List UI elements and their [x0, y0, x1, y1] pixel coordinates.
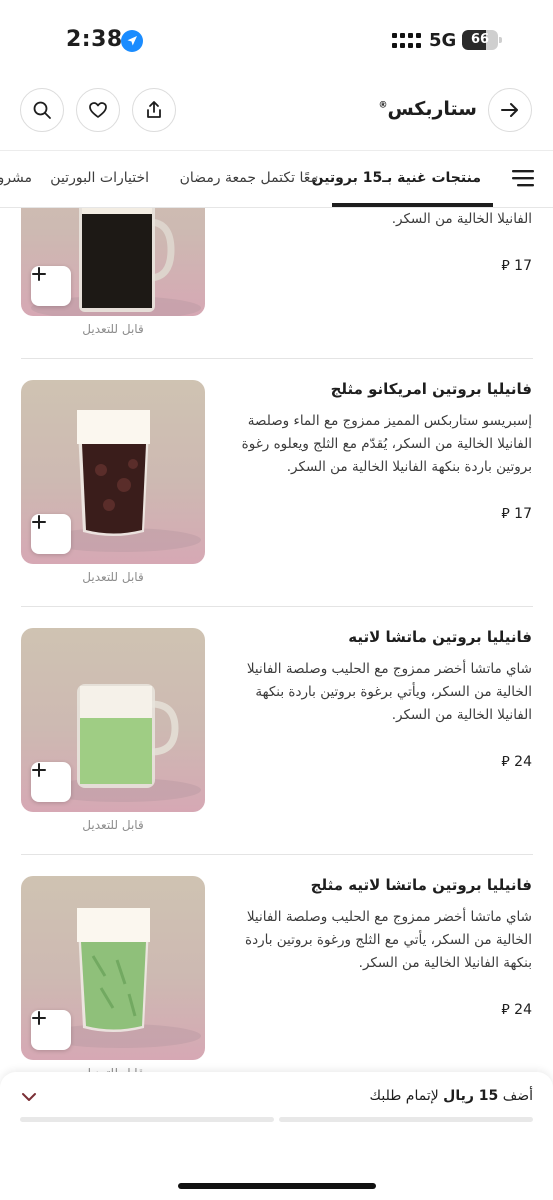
back-button[interactable] [488, 88, 532, 132]
tab-ramadan[interactable]: معًا تكتمل جمعة رمضان [180, 151, 318, 207]
search-button[interactable] [20, 88, 64, 132]
product-description: شاي ماتشا أخضر ممزوج مع الحليب وصلصة الف… [246, 661, 532, 723]
product-image [21, 628, 205, 812]
tab-protein-choices[interactable]: اختيارات البورتين [50, 151, 149, 207]
product-name: فانيليا بروتين ماتشا لاتيه [348, 628, 532, 646]
tab-protein-products[interactable]: منتجات غنية بـ15 بروتين [312, 151, 481, 207]
tab-drinks[interactable]: مشرو [0, 151, 32, 207]
promo-prefix: أضف [502, 1088, 533, 1104]
menu-icon[interactable] [512, 169, 534, 187]
home-indicator [178, 1183, 376, 1189]
product-price: 24 ⃁ [412, 752, 532, 770]
favorite-button[interactable] [76, 88, 120, 132]
product-name: فانيليا بروتين امريكانو مثلج [330, 380, 532, 398]
currency-symbol: ⃁ [501, 258, 510, 274]
minimum-order-banner[interactable]: أضف 15 ريال لإتمام طلبك [0, 1072, 553, 1200]
battery-level: 66 [470, 32, 490, 47]
customizable-label: قابل للتعديل [82, 570, 144, 584]
plus-icon [32, 267, 46, 281]
status-time: 2:38 [66, 27, 123, 52]
progress-bar [20, 1117, 274, 1122]
currency-symbol: ⃁ [501, 1002, 510, 1018]
price-value: 17 [514, 506, 532, 522]
product-item[interactable]: قابل للتعديل فانيليا بروتين ماتشا لاتيه … [0, 628, 553, 876]
heart-icon [89, 102, 107, 118]
active-tab-underline [332, 203, 493, 207]
add-button[interactable] [31, 762, 71, 802]
location-arrow-icon [121, 30, 143, 52]
customizable-label: قابل للتعديل [82, 818, 144, 832]
product-price: 17 ⃁ [412, 504, 532, 522]
chevron-down-icon[interactable] [20, 1090, 38, 1104]
battery-icon: 66 [462, 30, 502, 50]
price-value: 24 [514, 1002, 532, 1018]
currency-symbol: ⃁ [501, 506, 510, 522]
network-label: 5G [429, 30, 457, 51]
plus-icon [32, 763, 46, 777]
progress-bar [279, 1117, 533, 1122]
search-icon [33, 101, 51, 119]
product-image [21, 876, 205, 1060]
store-title: ستاربكس® [378, 98, 477, 120]
product-item[interactable]: قابل للتعديل الفانيلا الخالية من السكر. … [0, 208, 553, 380]
product-description: شاي ماتشا أخضر ممزوج مع الحليب وصلصة الف… [245, 909, 532, 971]
arrow-right-icon [501, 103, 518, 117]
product-name: فانيليا بروتين ماتشا لاتيه مثلج [310, 876, 532, 894]
share-icon [147, 101, 161, 118]
product-item[interactable]: قابل للتعديل فانيليا بروتين امريكانو مثل… [0, 380, 553, 628]
product-image [21, 380, 205, 564]
promo-amount: 15 ريال [443, 1088, 499, 1104]
signal-icon [392, 33, 421, 48]
plus-icon [32, 1011, 46, 1025]
plus-icon [32, 515, 46, 529]
promo-text: أضف 15 ريال لإتمام طلبك [370, 1088, 533, 1104]
store-name: ستاربكس [387, 98, 477, 120]
price-value: 24 [514, 754, 532, 770]
product-item[interactable]: قابل للتعديل فانيليا بروتين ماتشا لاتيه … [0, 876, 553, 1088]
product-image [21, 208, 205, 316]
divider [21, 358, 533, 359]
product-price: 24 ⃁ [412, 1000, 532, 1018]
price-value: 17 [514, 258, 532, 274]
add-button[interactable] [31, 514, 71, 554]
currency-symbol: ⃁ [501, 754, 510, 770]
product-price: 17 ⃁ [412, 256, 532, 274]
customizable-label: قابل للتعديل [82, 322, 144, 336]
category-tabs: منتجات غنية بـ15 بروتين معًا تكتمل جمعة … [0, 150, 553, 208]
promo-suffix: لإتمام طلبك [369, 1088, 439, 1104]
store-header: ستاربكس® [0, 80, 553, 150]
product-description: الفانيلا الخالية من السكر. [391, 211, 532, 227]
divider [21, 606, 533, 607]
add-button[interactable] [31, 1010, 71, 1050]
product-list: قابل للتعديل الفانيلا الخالية من السكر. … [0, 208, 553, 1088]
status-bar: 2:38 5G 66 [0, 0, 553, 80]
share-button[interactable] [132, 88, 176, 132]
product-description: إسبريسو ستاربكس المميز ممزوج مع الماء وص… [241, 413, 532, 475]
divider [21, 854, 533, 855]
add-button[interactable] [31, 266, 71, 306]
